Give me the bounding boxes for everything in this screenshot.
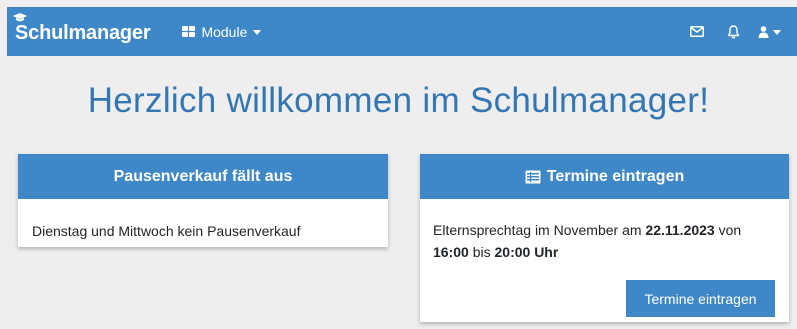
grid-icon	[182, 26, 196, 37]
chevron-down-icon	[772, 30, 781, 35]
termine-eintragen-button[interactable]: Termine eintragen	[626, 280, 775, 317]
chevron-down-icon	[253, 30, 262, 35]
card-title: Termine eintragen	[546, 167, 685, 185]
text-part: Elternsprechtag im November am	[433, 222, 646, 238]
messages-button[interactable]	[679, 17, 715, 47]
user-icon	[758, 25, 768, 38]
event-date: 22.11.2023	[645, 222, 715, 238]
mail-icon	[690, 26, 704, 37]
calendar-list-icon	[525, 170, 541, 183]
top-navbar: Schulmanager Module	[7, 7, 797, 56]
graduation-cap-icon	[13, 13, 27, 22]
module-dropdown[interactable]: Module	[182, 23, 262, 40]
notifications-button[interactable]	[715, 17, 751, 47]
bell-icon	[727, 24, 739, 38]
user-menu-button[interactable]	[751, 17, 787, 47]
navbar-actions	[679, 17, 787, 47]
end-time: 20:00 Uhr	[494, 244, 559, 260]
termine-card: Termine eintragen Elternsprechtag im Nov…	[420, 154, 789, 322]
card-text: Dienstag und Mittwoch kein Pausenverkauf	[32, 223, 301, 239]
text-part: bis	[468, 244, 495, 260]
card-header: Termine eintragen	[420, 154, 789, 199]
card-text: Elternsprechtag im November am 22.11.202…	[433, 222, 741, 260]
card-title: Pausenverkauf fällt aus	[113, 167, 293, 185]
text-part: von	[714, 222, 742, 238]
start-time: 16:00	[433, 244, 469, 260]
module-label: Module	[201, 23, 248, 40]
pausenverkauf-card: Pausenverkauf fällt aus Dienstag und Mit…	[18, 154, 388, 247]
card-header: Pausenverkauf fällt aus	[18, 154, 388, 199]
card-body: Elternsprechtag im November am 22.11.202…	[420, 199, 789, 263]
page-title: Herzlich willkommen im Schulmanager!	[87, 81, 710, 120]
brand-name: Schulmanager	[15, 22, 151, 44]
brand-logo[interactable]: Schulmanager	[13, 13, 151, 45]
card-body: Dienstag und Mittwoch kein Pausenverkauf	[18, 199, 388, 242]
